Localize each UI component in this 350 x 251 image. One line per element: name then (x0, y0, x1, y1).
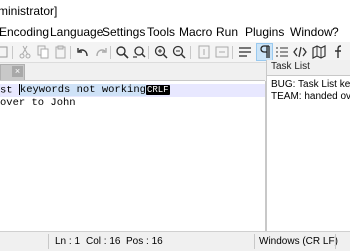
paste-icon[interactable] (53, 44, 69, 60)
title-bar: ministrator] (0, 0, 350, 22)
task-item[interactable]: BUG: Task List keyw (271, 79, 350, 90)
sync-vertical-icon[interactable] (196, 44, 212, 60)
menu-encoding[interactable]: Encoding (0, 25, 49, 39)
tab-document[interactable]: × (0, 64, 25, 80)
sync-horizontal-icon[interactable] (214, 44, 230, 60)
copy-icon[interactable] (35, 44, 51, 60)
toolbar-separator (110, 46, 111, 59)
status-position: Pos : 16 (126, 236, 163, 247)
line1-prefix: st (0, 84, 19, 97)
selected-text: keywords not working (19, 84, 146, 97)
document-map-icon[interactable] (311, 44, 327, 60)
editor-line-2: over to John (0, 97, 76, 109)
undo-icon[interactable] (75, 44, 91, 60)
status-line: Ln : 1 (55, 236, 81, 247)
status-bar: Ln : 1 Col : 16 Pos : 16 Windows (CR LF) (0, 231, 350, 251)
task-list-title: Task List (271, 61, 310, 72)
status-divider (254, 234, 255, 249)
close-all-icon[interactable] (0, 44, 10, 60)
word-wrap-icon[interactable] (237, 44, 253, 60)
zoom-out-icon[interactable] (171, 44, 187, 60)
task-item[interactable]: TEAM: handed over (271, 91, 350, 102)
menu-run[interactable]: Run (216, 25, 238, 39)
cut-icon[interactable] (17, 44, 33, 60)
toolbar-separator (12, 46, 13, 59)
toolbar-separator (190, 46, 191, 59)
task-list-panel: Task List BUG: Task List keyw TEAM: hand… (266, 60, 350, 231)
indent-guide-icon[interactable] (274, 44, 290, 60)
window-title: ministrator] (0, 4, 58, 18)
menu-settings[interactable]: Settings (102, 25, 145, 39)
menu-window[interactable]: Window (290, 25, 333, 39)
show-all-chars-icon[interactable] (256, 43, 273, 61)
replace-icon[interactable] (131, 44, 147, 60)
status-divider (335, 234, 336, 249)
status-divider (48, 234, 49, 249)
find-icon[interactable] (114, 44, 130, 60)
function-list-icon[interactable] (331, 44, 347, 60)
tab-strip: × (0, 63, 265, 81)
status-eol-format[interactable]: Windows (CR LF) (259, 236, 338, 247)
menu-bar: Encoding Language Settings Tools Macro R… (0, 22, 350, 42)
menu-macro[interactable]: Macro (179, 25, 212, 39)
toolbar-separator (148, 46, 149, 59)
eol-marker: CRLF (145, 85, 170, 96)
toolbar-separator (232, 46, 233, 59)
menu-tools[interactable]: Tools (147, 25, 175, 39)
xml-tag-icon[interactable] (292, 44, 308, 60)
status-column: Col : 16 (86, 236, 121, 247)
menu-help[interactable]: ? (332, 25, 339, 39)
zoom-in-icon[interactable] (153, 44, 169, 60)
toolbar-separator (70, 46, 71, 59)
redo-icon[interactable] (93, 44, 109, 60)
menu-plugins[interactable]: Plugins (245, 25, 284, 39)
text-editor[interactable]: st keywords not workingCRLF over to John (0, 81, 266, 231)
menu-language[interactable]: Language (50, 25, 103, 39)
close-tab-icon[interactable]: × (12, 66, 23, 77)
editor-line-1: st keywords not workingCRLF (0, 84, 265, 97)
task-list-header: Task List (267, 60, 350, 76)
